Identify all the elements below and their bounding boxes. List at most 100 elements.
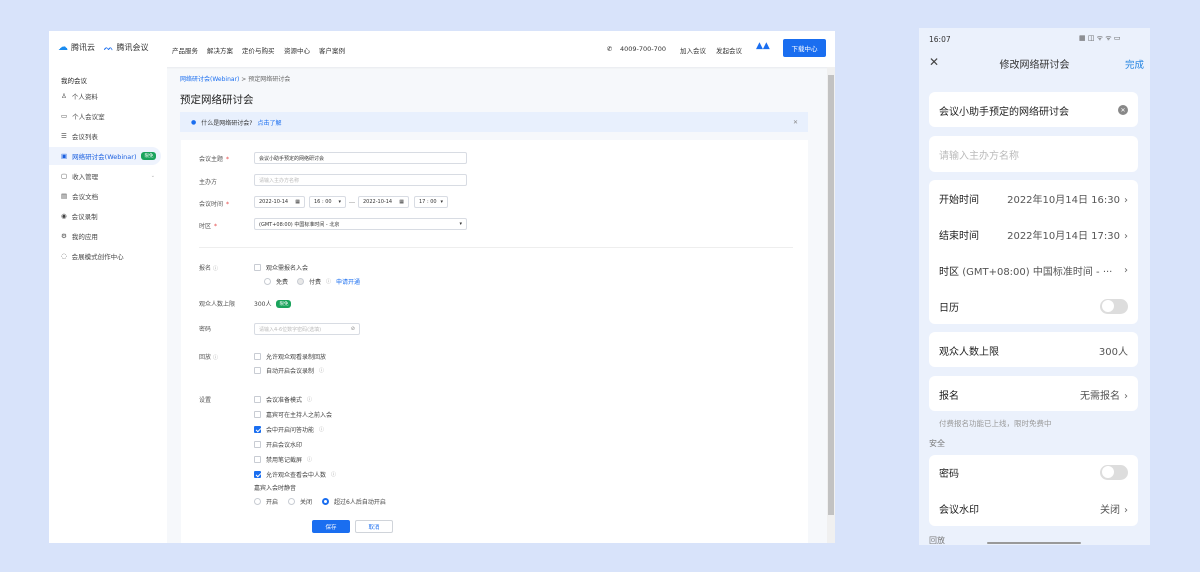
- subject-label: 会议主题: [199, 156, 224, 163]
- sidebar-item-personal-room[interactable]: ▭ 个人会议室: [49, 107, 161, 125]
- registration-label: 报名: [199, 265, 212, 272]
- audience-limit-value: 300人: [254, 301, 272, 308]
- info-icon: ⓘ: [307, 397, 313, 403]
- setting-prep-mode[interactable]: 会议准备模式 ⓘ: [254, 395, 312, 404]
- start-date-picker[interactable]: 2022-10-14 ▦: [254, 196, 305, 208]
- audience-limit-label: 观众人数上限: [199, 301, 236, 308]
- record-icon: ◉: [61, 212, 67, 220]
- registration-hint: 付费报名功能已上线，限时免费中: [939, 419, 1052, 428]
- app-icon: ⚙: [61, 232, 67, 240]
- sidebar-item-meeting-list[interactable]: ☰ 会议列表: [49, 127, 161, 145]
- divider: [199, 247, 793, 248]
- free-badge: 限免: [276, 299, 292, 308]
- start-time-select[interactable]: 16 : 00 ▾: [309, 196, 346, 208]
- cancel-button[interactable]: 取消: [355, 520, 393, 533]
- setting-show-count[interactable]: 允许观众查看会中人数 ⓘ: [254, 470, 336, 479]
- user-icon: ♙: [61, 92, 67, 100]
- password-input[interactable]: 请输入4-6位数字密码(选填) ⊘: [254, 323, 360, 335]
- timezone-select[interactable]: (GMT+08:00) 中国标准时间 - 北京 ▾: [254, 218, 467, 230]
- info-icon: ⓘ: [307, 457, 313, 463]
- doc-icon: ▤: [61, 192, 68, 200]
- info-icon: ⓘ: [212, 355, 218, 361]
- scrollbar-thumb[interactable]: [828, 75, 834, 515]
- webinar-icon: ▣: [61, 152, 68, 160]
- timezone-row[interactable]: 时区 (GMT+08:00) 中国标准时间 - ··· ›: [939, 263, 1128, 278]
- mute-off-radio[interactable]: [288, 498, 296, 505]
- setting-qa[interactable]: 会中开启问答功能 ⓘ: [254, 425, 324, 434]
- audience-limit-row: 观众人数上限 300人: [939, 346, 1128, 358]
- nav-resources[interactable]: 资源中心: [284, 45, 310, 55]
- monitor-icon: ▭: [61, 112, 68, 120]
- calendar-icon: ▦: [295, 199, 300, 205]
- setting-join-before-host[interactable]: 嘉宾可在主持人之前入会: [254, 410, 332, 419]
- chevron-right-icon: ›: [1124, 504, 1128, 516]
- mute-auto-radio[interactable]: [322, 498, 330, 505]
- info-notice: ● 什么是网络研讨会? 点击了解 ✕: [180, 112, 808, 132]
- learn-more-link[interactable]: 点击了解: [257, 118, 281, 127]
- sidebar-item-income[interactable]: ▢ 收入管理 ⌄: [49, 167, 161, 185]
- nav-solutions[interactable]: 解决方案: [207, 45, 233, 55]
- subject-field[interactable]: 会议小助手预定的网络研讨会 ✕: [939, 103, 1128, 118]
- password-label: 密码: [199, 326, 212, 333]
- chevron-right-icon: ›: [1124, 230, 1128, 242]
- password-toggle[interactable]: [1100, 464, 1128, 480]
- app-logo-icon[interactable]: ▲▲: [756, 41, 770, 51]
- sidebar-item-apps[interactable]: ⚙ 我的应用: [49, 227, 161, 245]
- start-time-row[interactable]: 开始时间 2022年10月14日 16:30 ›: [939, 191, 1128, 206]
- tencent-meeting-logo[interactable]: ᨓ 腾讯会议: [104, 42, 149, 53]
- sidebar-item-profile[interactable]: ♙ 个人资料: [49, 87, 161, 105]
- free-radio[interactable]: [264, 278, 271, 285]
- done-button[interactable]: 完成: [1125, 57, 1144, 71]
- scrollbar[interactable]: [827, 67, 835, 543]
- security-section-title: 安全: [929, 439, 945, 448]
- host-field[interactable]: 请输入主办方名称: [939, 147, 1128, 162]
- replay-checkbox-auto-record[interactable]: 自动开启会议录制 ⓘ: [254, 366, 324, 375]
- host-input[interactable]: 请输入主办方名称: [254, 174, 467, 186]
- caret-down-icon: ▾: [459, 221, 462, 227]
- end-time-row[interactable]: 结束时间 2022年10月14日 17:30 ›: [939, 227, 1128, 242]
- end-date-picker[interactable]: 2022-10-14 ▦: [358, 196, 409, 208]
- caret-down-icon: ▾: [338, 199, 341, 205]
- creator-icon: ◌: [61, 252, 67, 260]
- replay-checkbox-allow[interactable]: 允许观众观看录制回放: [254, 352, 326, 361]
- home-indicator: [987, 542, 1081, 544]
- info-icon: ⓘ: [212, 266, 218, 272]
- download-center-button[interactable]: 下载中心: [783, 39, 826, 57]
- chevron-right-icon: ›: [1124, 264, 1128, 276]
- range-separator: [349, 202, 355, 203]
- watermark-row[interactable]: 会议水印 关闭 ›: [939, 501, 1128, 516]
- setting-disable-screenshot[interactable]: 禁用笔记截屏 ⓘ: [254, 455, 312, 464]
- nav-pricing[interactable]: 定价与购买: [242, 45, 275, 55]
- status-icons: ▦ ◫ ᯤ ᯤ ▭: [1079, 34, 1121, 42]
- setting-watermark[interactable]: 开启会议水印: [254, 440, 302, 449]
- chevron-right-icon: ›: [1124, 390, 1128, 402]
- start-meeting-link[interactable]: 发起会议: [716, 45, 742, 55]
- clear-icon[interactable]: ✕: [1118, 105, 1128, 115]
- status-time: 16:07: [929, 35, 951, 44]
- subject-input[interactable]: 会议小助手预定的网络研讨会: [254, 152, 467, 164]
- info-icon: ⓘ: [326, 279, 332, 285]
- calendar-icon: ▦: [399, 199, 404, 205]
- apply-link[interactable]: 申请开通: [336, 277, 360, 286]
- save-button[interactable]: 保存: [312, 520, 350, 533]
- join-meeting-link[interactable]: 加入会议: [680, 45, 706, 55]
- registration-checkbox[interactable]: 观众需报名入会: [254, 263, 308, 272]
- registration-row[interactable]: 报名 无需报名 ›: [939, 387, 1128, 402]
- sidebar-item-recording[interactable]: ◉ 会议录制: [49, 207, 161, 225]
- sidebar-item-webinar[interactable]: ▣ 网络研讨会(Webinar) 限免: [49, 147, 161, 165]
- breadcrumb-webinar-link[interactable]: 网络研讨会(Webinar): [180, 76, 239, 83]
- nav-products[interactable]: 产品服务: [172, 45, 198, 55]
- breadcrumb: 网络研讨会(Webinar) > 预定网络研讨会: [180, 76, 291, 83]
- sidebar-item-docs[interactable]: ▤ 会议文档: [49, 187, 161, 205]
- sidebar-item-creator[interactable]: ◌ 会展模式创作中心: [49, 247, 161, 265]
- close-icon[interactable]: ✕: [793, 119, 798, 126]
- tencent-cloud-logo[interactable]: ☁ 腾讯云: [58, 42, 95, 53]
- nav-cases[interactable]: 客户案例: [319, 45, 345, 55]
- paid-radio[interactable]: [297, 278, 305, 285]
- calendar-toggle[interactable]: [1100, 298, 1128, 314]
- eye-off-icon[interactable]: ⊘: [351, 326, 355, 332]
- end-time-select[interactable]: 17 : 00 ▾: [414, 196, 448, 208]
- info-icon: ●: [191, 118, 197, 126]
- mute-on-radio[interactable]: [254, 498, 261, 505]
- replay-label: 回放: [199, 354, 212, 361]
